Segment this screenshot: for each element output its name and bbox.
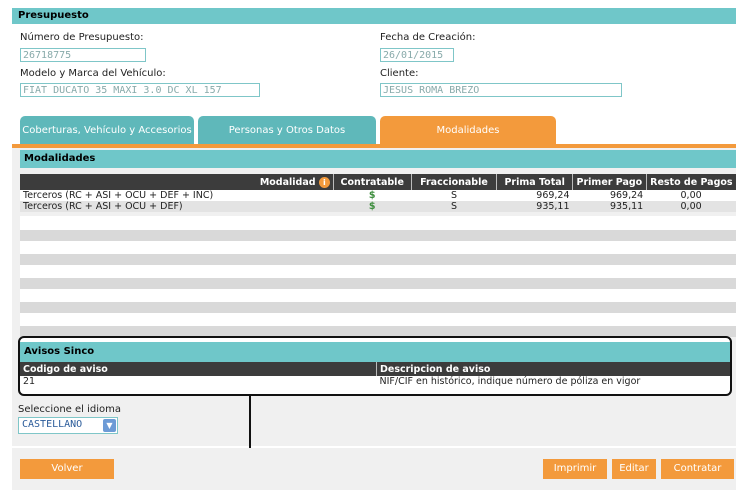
client-field[interactable]: JESUS ROMA BREZO: [380, 83, 622, 97]
avisos-table: Codigo de aviso Descripcion de aviso 21 …: [20, 362, 730, 387]
col-resto-pagos[interactable]: Resto de Pagos: [646, 174, 736, 190]
primer-pago-cell: 935,11: [609, 201, 644, 212]
table-row[interactable]: 21 NIF/CIF en histórico, indique número …: [20, 376, 730, 387]
vehicle-label: Modelo y Marca del Vehículo:: [20, 68, 166, 79]
col-modalidad[interactable]: Modalidad i: [20, 174, 334, 190]
col-modalidad-label: Modalidad: [259, 176, 316, 188]
prima-total-cell: 935,11: [536, 201, 570, 212]
descripcion-aviso-cell: NIF/CIF en histórico, indique número de …: [379, 376, 641, 387]
tab-modalidades[interactable]: Modalidades: [380, 116, 556, 144]
vehicle-field[interactable]: FIAT DUCATO 35 MAXI 3.0 DC XL 157: [20, 83, 260, 97]
empty-row: [20, 254, 736, 265]
empty-row: [20, 278, 736, 289]
creation-date-field[interactable]: 26/01/2015: [380, 48, 454, 62]
dollar-icon[interactable]: $: [333, 190, 411, 201]
table-row[interactable]: Terceros (RC + ASI + OCU + DEF) $ S 935,…: [20, 201, 736, 212]
budget-number-label: Número de Presupuesto:: [20, 32, 144, 43]
language-label: Seleccione el idioma: [18, 404, 121, 415]
table-row[interactable]: Terceros (RC + ASI + OCU + DEF + INC) $ …: [20, 190, 736, 201]
fraccionable-cell: S: [450, 190, 457, 201]
col-fraccionable[interactable]: Fraccionable: [411, 174, 498, 190]
modalidades-heading: Modalidades: [20, 150, 736, 168]
col-prima-total[interactable]: Prima Total: [496, 174, 574, 190]
tab-coberturas[interactable]: Coberturas, Vehículo y Accesorios: [20, 116, 194, 144]
language-selected: CASTELLANO: [22, 419, 83, 430]
resto-pagos-cell: 0,00: [680, 190, 702, 201]
info-icon[interactable]: i: [318, 176, 330, 188]
avisos-heading: Avisos Sinco: [20, 342, 730, 362]
modalidad-cell: Terceros (RC + ASI + OCU + DEF + INC): [23, 190, 214, 201]
volver-button[interactable]: Volver: [20, 459, 114, 479]
tab-personas[interactable]: Personas y Otros Datos: [198, 116, 376, 144]
avisos-block: Avisos Sinco Codigo de aviso Descripcion…: [18, 336, 732, 396]
prima-total-cell: 969,24: [536, 190, 570, 201]
resto-pagos-cell: 0,00: [680, 201, 702, 212]
modalidades-table: Modalidad i Contratable Fraccionable Pri…: [20, 174, 736, 212]
primer-pago-cell: 969,24: [609, 190, 644, 201]
empty-row: [20, 302, 736, 313]
col-contratable[interactable]: Contratable: [333, 174, 412, 190]
editar-button[interactable]: Editar: [612, 459, 656, 479]
col-codigo-aviso[interactable]: Codigo de aviso: [20, 362, 377, 376]
codigo-aviso-cell: 21: [23, 376, 36, 387]
section-title: Presupuesto: [12, 8, 736, 24]
col-descripcion-aviso[interactable]: Descripcion de aviso: [376, 362, 730, 376]
budget-number-field[interactable]: 26718775: [20, 48, 146, 62]
chevron-down-icon[interactable]: ▼: [103, 419, 116, 432]
col-primer-pago[interactable]: Primer Pago: [572, 174, 647, 190]
language-select[interactable]: CASTELLANO ▼: [18, 417, 118, 434]
client-label: Cliente:: [380, 68, 419, 79]
empty-row: [20, 230, 736, 241]
creation-date-label: Fecha de Creación:: [380, 32, 476, 43]
contratar-button[interactable]: Contratar: [661, 459, 734, 479]
dollar-icon[interactable]: $: [333, 201, 411, 212]
modalidad-cell: Terceros (RC + ASI + OCU + DEF): [23, 201, 183, 212]
imprimir-button[interactable]: Imprimir: [543, 459, 607, 479]
fraccionable-cell: S: [450, 201, 457, 212]
